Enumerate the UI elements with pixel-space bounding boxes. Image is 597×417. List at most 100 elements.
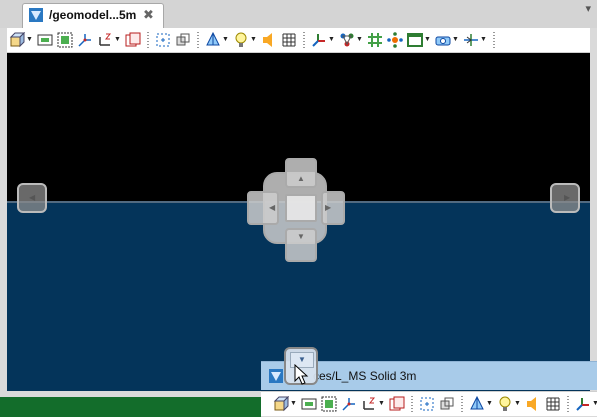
bulb-icon (499, 396, 511, 411)
toolbar-separator (303, 32, 305, 48)
pyramid-button[interactable] (469, 396, 485, 412)
nav-right-button[interactable]: ▶ (321, 191, 345, 225)
tab-geomodel[interactable]: /geomodel...5m ✖ (22, 3, 164, 28)
dropdown-caret-icon[interactable]: ▼ (514, 396, 521, 412)
cube-view-icon (9, 32, 25, 48)
tab-title: /geomodel...5m (49, 8, 137, 22)
select-box-icon (420, 397, 434, 411)
select-box-button[interactable] (419, 396, 435, 412)
fit-green-icon (57, 32, 73, 48)
nav-left-button[interactable]: ◀ (247, 191, 279, 225)
pyramid-icon (206, 32, 220, 46)
dropdown-caret-icon[interactable]: ▼ (26, 32, 33, 48)
nav-up-button[interactable]: ▲ (285, 158, 317, 188)
dropdown-caret-icon[interactable]: ▼ (114, 32, 121, 48)
dock-left-button[interactable]: ◀ (17, 183, 47, 213)
taskbar-strip (0, 397, 261, 417)
node-graph-button[interactable] (339, 32, 355, 48)
close-icon[interactable]: ✖ (143, 7, 154, 23)
cube-view-button[interactable] (273, 396, 289, 412)
dropdown-caret-icon[interactable]: ▼ (480, 32, 487, 48)
dropdown-caret-icon[interactable]: ▼ (328, 32, 335, 48)
sub-window-toolbar: ▼ ▼ ▼ ▼ ▼ (261, 391, 597, 416)
axis-colored-icon (312, 34, 325, 47)
toolbar-separator (493, 32, 495, 48)
toolbar-separator (461, 396, 463, 412)
axis-xyz-icon (342, 398, 355, 411)
lattice-icon (368, 33, 382, 47)
toolbar-separator (197, 32, 199, 48)
speaker-icon (263, 33, 272, 47)
fit-green-button[interactable] (321, 396, 337, 412)
dock-right-button[interactable]: ▶ (550, 183, 580, 213)
z-axis-button[interactable] (97, 32, 113, 48)
mouse-cursor-icon (294, 364, 309, 385)
arrow-right-icon: ▶ (564, 193, 571, 202)
axis-colored-button[interactable] (575, 396, 591, 412)
pyramid-button[interactable] (205, 32, 221, 48)
speaker-button[interactable] (525, 396, 541, 412)
geomodel-app-icon (29, 8, 43, 22)
copy-pages-button[interactable] (125, 32, 141, 48)
dropdown-caret-icon[interactable]: ▼ (592, 396, 597, 412)
cursor-lines-icon (464, 34, 478, 46)
toolbar-separator (147, 32, 149, 48)
dropdown-caret-icon[interactable]: ▼ (424, 32, 431, 48)
fit-green-button[interactable] (57, 32, 73, 48)
z-axis-button[interactable] (361, 396, 377, 412)
dropdown-caret-icon[interactable]: ▼ (356, 32, 363, 48)
sub-window-title: ces/L_MS Solid 3m (313, 369, 417, 383)
z-axis-icon (363, 397, 376, 410)
camera-icon (435, 36, 451, 46)
nav-down-button[interactable]: ▼ (285, 228, 317, 262)
frame-green-icon (301, 398, 317, 410)
axis-colored-icon (576, 398, 589, 411)
dropdown-caret-icon[interactable]: ▼ (290, 396, 297, 412)
nav-center-button[interactable] (285, 194, 317, 222)
speaker-icon (527, 397, 536, 411)
toolbar-row: ▼ ▼ ▼ ▼ ▼ ▼ ▼ ▼ ▼ (7, 30, 499, 50)
atom-button[interactable] (387, 32, 403, 48)
grid-button[interactable] (545, 396, 561, 412)
bulb-button[interactable] (233, 32, 249, 48)
transform-icon (176, 33, 190, 46)
dropdown-caret-icon[interactable]: ▼ (222, 32, 229, 48)
dock-navigation-cross: ▲ ▼ ◀ ▶ (247, 158, 345, 262)
select-box-button[interactable] (155, 32, 171, 48)
window-green-button[interactable] (407, 32, 423, 48)
window-green-icon (407, 33, 423, 47)
dropdown-caret-icon[interactable]: ▼ (452, 32, 459, 48)
frame-green-icon (37, 34, 53, 46)
dropdown-caret-icon[interactable]: ▼ (378, 396, 385, 412)
axis-colored-button[interactable] (311, 32, 327, 48)
cube-view-button[interactable] (9, 32, 25, 48)
bulb-button[interactable] (497, 396, 513, 412)
lattice-button[interactable] (367, 32, 383, 48)
camera-button[interactable] (435, 32, 451, 48)
view-menu-icon[interactable]: ▾ (585, 2, 591, 15)
bulb-icon (235, 32, 247, 47)
toolbar-separator (411, 396, 413, 412)
grid-icon (282, 33, 296, 47)
transform-button[interactable] (439, 396, 455, 412)
speaker-button[interactable] (261, 32, 277, 48)
transform-button[interactable] (175, 32, 191, 48)
axis-xyz-icon (78, 34, 91, 47)
dropdown-caret-icon[interactable]: ▼ (486, 396, 493, 412)
cube-view-icon (273, 396, 289, 412)
node-graph-icon (340, 33, 354, 47)
arrow-left-icon: ◀ (29, 193, 36, 202)
axis-xyz-button[interactable] (77, 32, 93, 48)
dropdown-caret-icon[interactable]: ▼ (250, 32, 257, 48)
view-toolbar: ▼ ▼ ▼ ▼ ▼ ▼ ▼ ▼ ▼ (7, 28, 590, 53)
axis-xyz-button[interactable] (341, 396, 357, 412)
copy-pages-button[interactable] (389, 396, 405, 412)
cursor-lines-button[interactable] (463, 32, 479, 48)
arrow-up-icon: ▲ (297, 174, 305, 183)
toolbar-row: ▼ ▼ ▼ ▼ ▼ (271, 394, 597, 414)
grid-button[interactable] (281, 32, 297, 48)
frame-green-button[interactable] (301, 396, 317, 412)
3d-viewport[interactable]: ◀ ▶ ▲ ▼ ◀ ▶ (7, 53, 590, 391)
frame-green-button[interactable] (37, 32, 53, 48)
select-box-icon (156, 33, 170, 47)
